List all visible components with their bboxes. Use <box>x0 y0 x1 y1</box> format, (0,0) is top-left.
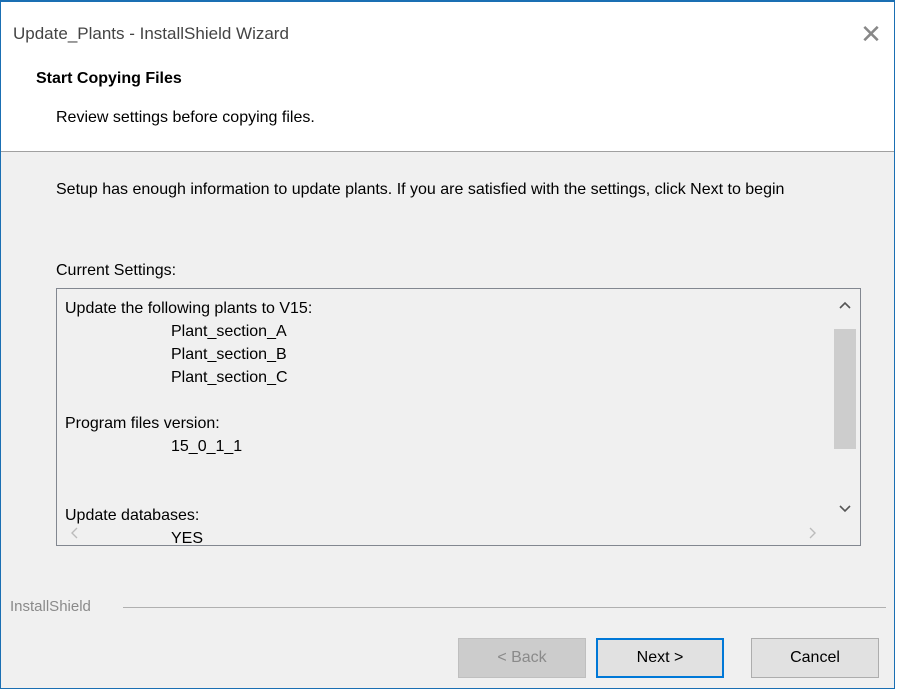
settings-line: Plant_section_A <box>171 323 287 340</box>
horizontal-scrollbar[interactable] <box>57 523 860 545</box>
settings-line: Plant_section_C <box>171 369 288 386</box>
back-button[interactable]: < Back <box>458 638 586 678</box>
settings-listbox[interactable]: Update the following plants to V15: Plant… <box>56 288 861 546</box>
wizard-header: Start Copying Files Review settings befo… <box>1 60 894 152</box>
settings-line: Program files version: <box>65 415 220 432</box>
settings-content: Update the following plants to V15: Plant… <box>65 297 828 545</box>
chevron-down-icon[interactable] <box>830 493 860 523</box>
window-title: Update_Plants - InstallShield Wizard <box>13 24 289 43</box>
settings-line <box>65 481 828 504</box>
chevron-up-icon[interactable] <box>830 289 860 319</box>
title-bar[interactable]: Update_Plants - InstallShield Wizard ✕ <box>1 2 894 60</box>
page-title: Start Copying Files <box>36 70 182 87</box>
vertical-scrollbar[interactable] <box>830 289 860 523</box>
scroll-thumb[interactable] <box>834 329 856 449</box>
chevron-left-icon[interactable] <box>63 523 85 545</box>
description-text: Setup has enough information to update p… <box>56 181 785 198</box>
settings-line: Plant_section_B <box>171 346 287 363</box>
installshield-brand: InstallShield <box>10 598 91 615</box>
cancel-button[interactable]: Cancel <box>751 638 879 678</box>
close-icon[interactable]: ✕ <box>854 18 888 50</box>
page-subtitle: Review settings before copying files. <box>56 109 315 126</box>
settings-line <box>65 458 828 481</box>
installer-window: Update_Plants - InstallShield Wizard ✕ S… <box>0 0 895 689</box>
settings-line <box>65 389 828 412</box>
current-settings-label: Current Settings: <box>56 262 177 279</box>
chevron-right-icon[interactable] <box>802 523 824 545</box>
settings-line: 15_0_1_1 <box>171 438 243 455</box>
settings-line: Update the following plants to V15: <box>65 300 313 317</box>
divider <box>123 607 886 608</box>
next-button[interactable]: Next > <box>596 638 724 678</box>
